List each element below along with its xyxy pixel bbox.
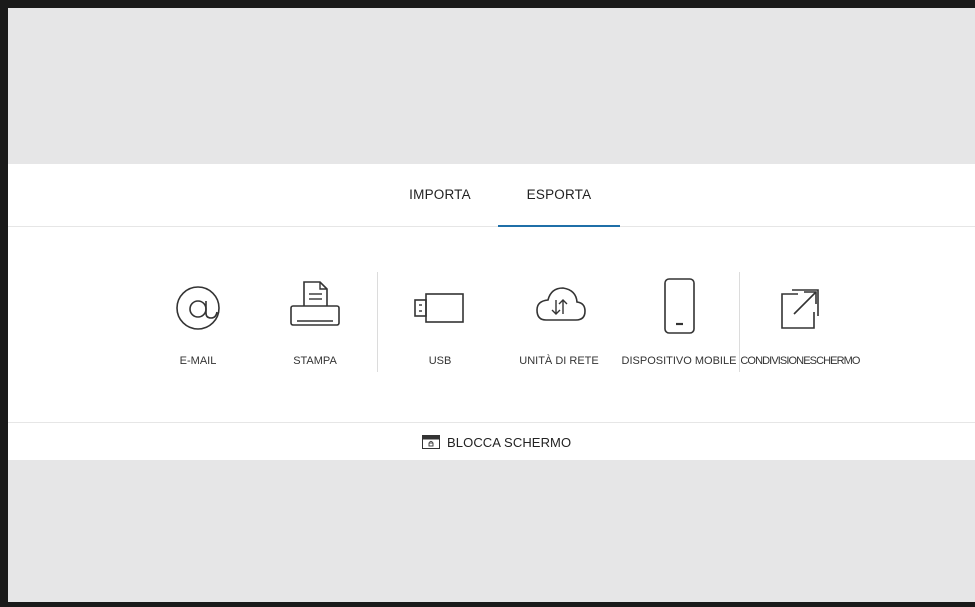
mobile-device-label: DISPOSITIVO MOBILE bbox=[621, 355, 737, 367]
screen-share-label: CONDIVISIONESCHERMO bbox=[740, 355, 860, 367]
at-icon bbox=[176, 286, 220, 330]
lock-screen-button[interactable]: BLOCCA SCHERMO bbox=[8, 422, 975, 461]
lock-screen-icon bbox=[422, 435, 440, 449]
tab-bar: IMPORTA ESPORTA bbox=[8, 164, 975, 227]
network-drive-label: UNITÀ DI RETE bbox=[519, 355, 599, 367]
print-label: STAMPA bbox=[293, 355, 337, 367]
usb-option[interactable]: USB bbox=[385, 272, 495, 382]
network-drive-option[interactable]: UNITÀ DI RETE bbox=[504, 272, 614, 382]
cloud-transfer-icon bbox=[536, 287, 586, 321]
email-label: E-MAIL bbox=[179, 355, 217, 367]
export-options: E-MAIL STAMPA USB UNITÀ DI RETE DISPOSIT… bbox=[8, 272, 975, 382]
usb-label: USB bbox=[428, 355, 452, 367]
printer-icon bbox=[290, 281, 340, 326]
mobile-phone-icon bbox=[664, 278, 695, 334]
email-option[interactable]: E-MAIL bbox=[143, 272, 253, 382]
lock-screen-content: BLOCCA SCHERMO bbox=[422, 434, 571, 450]
print-option[interactable]: STAMPA bbox=[260, 272, 370, 382]
share-panel: IMPORTA ESPORTA E-MAIL STAMPA USB UNITÀ … bbox=[8, 164, 975, 460]
usb-icon bbox=[414, 293, 464, 323]
lock-screen-label: BLOCCA SCHERMO bbox=[447, 434, 572, 450]
screen: IMPORTA ESPORTA E-MAIL STAMPA USB UNITÀ … bbox=[8, 8, 975, 602]
mobile-device-option[interactable]: DISPOSITIVO MOBILE bbox=[622, 272, 736, 382]
screen-share-option[interactable]: CONDIVISIONESCHERMO bbox=[740, 272, 860, 382]
external-share-icon bbox=[781, 289, 819, 329]
tab-import[interactable]: IMPORTA bbox=[380, 164, 500, 226]
tab-export[interactable]: ESPORTA bbox=[498, 164, 620, 227]
